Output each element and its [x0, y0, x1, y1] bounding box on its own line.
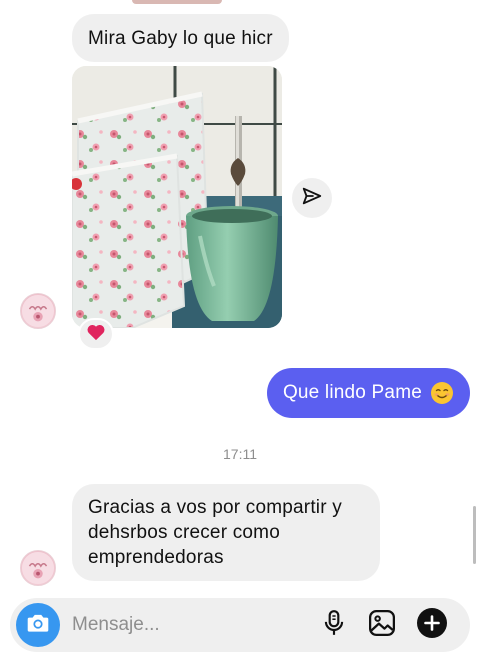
- reaction-badge[interactable]: [78, 318, 114, 350]
- plus-icon: [416, 607, 448, 644]
- message-text: Gracias a vos por compartir y dehsrbos c…: [88, 497, 342, 568]
- smiling-face-icon: [430, 381, 454, 405]
- avatar-logo: [21, 551, 55, 585]
- previous-image-edge: [132, 0, 222, 4]
- share-button[interactable]: [292, 178, 332, 218]
- avatar[interactable]: [20, 550, 56, 586]
- shared-photo[interactable]: [72, 66, 282, 328]
- message-text: Que lindo Pame: [282, 382, 422, 403]
- gallery-button[interactable]: [366, 609, 398, 641]
- outgoing-message-bubble[interactable]: Que lindo Pame: [266, 368, 470, 418]
- photo-content: [72, 66, 282, 328]
- incoming-message-bubble[interactable]: Gracias a vos por compartir y dehsrbos c…: [72, 484, 380, 581]
- message-input[interactable]: [72, 612, 302, 638]
- heart-icon: [86, 323, 106, 346]
- gallery-icon: [367, 608, 397, 643]
- camera-button[interactable]: [16, 603, 60, 647]
- camera-icon: [25, 610, 51, 641]
- avatar[interactable]: [20, 293, 56, 329]
- avatar-logo: [21, 294, 55, 328]
- add-button[interactable]: [416, 607, 448, 644]
- message-composer: [10, 598, 470, 652]
- microphone-icon: [321, 609, 347, 642]
- message-timestamp: 17:11: [223, 446, 257, 462]
- incoming-message-bubble[interactable]: Mira Gaby lo que hicr: [72, 14, 289, 62]
- scrollbar[interactable]: [473, 506, 476, 564]
- microphone-button[interactable]: [318, 609, 350, 641]
- message-text: Mira Gaby lo que hicr: [88, 28, 273, 49]
- paper-plane-icon: [301, 185, 323, 212]
